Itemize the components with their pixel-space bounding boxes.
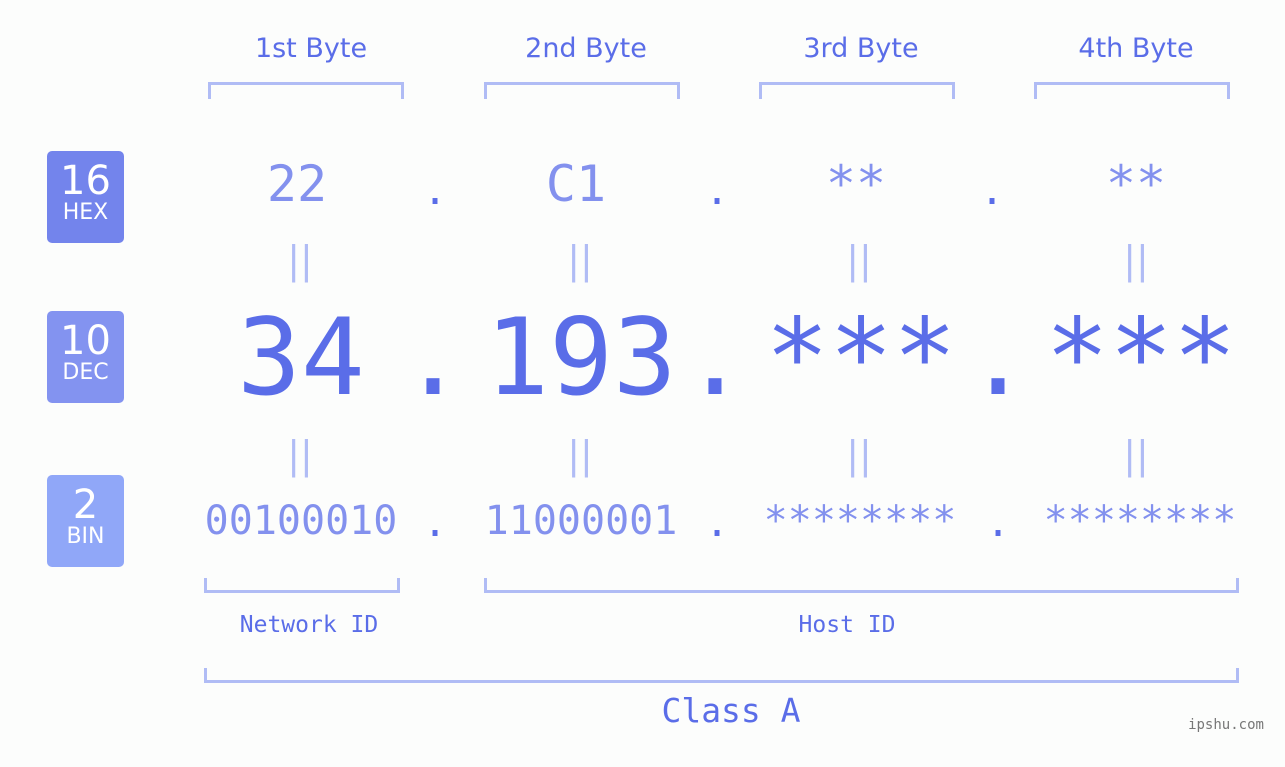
dec-byte-2: 193 [485,296,677,419]
hex-byte-3: ** [825,155,887,213]
dec-byte-1: 34 [237,296,365,419]
hex-byte-1: 22 [266,155,328,213]
equals-hex-dec-1: || [287,238,313,282]
equals-hex-dec-2: || [567,238,593,282]
bin-byte-2: 11000001 [484,498,678,544]
equals-dec-bin-2: || [567,433,593,477]
site-watermark: ipshu.com [1188,717,1264,733]
host-id-label: Host ID [798,612,896,638]
bin-base-label: BIN [66,524,105,549]
bin-badge: 2 BIN [47,475,124,567]
dec-badge: 10 DEC [47,311,124,403]
byte-header-3: 3rd Byte [803,33,919,64]
hex-separator-1: . [422,168,448,214]
dec-byte-4: *** [1045,296,1237,419]
hex-byte-2: C1 [545,155,607,213]
byte-bracket-4 [1034,82,1230,99]
equals-hex-dec-3: || [846,238,872,282]
bin-base-number: 2 [72,482,99,528]
network-id-label: Network ID [239,612,379,638]
host-id-bracket [484,578,1239,593]
equals-dec-bin-4: || [1123,433,1149,477]
dec-base-number: 10 [60,318,111,364]
byte-header-1: 1st Byte [254,33,368,64]
equals-hex-dec-4: || [1123,238,1149,282]
hex-byte-4: ** [1105,155,1167,213]
dec-byte-3: *** [765,296,957,419]
hex-separator-3: . [979,168,1005,214]
equals-dec-bin-3: || [846,433,872,477]
class-bracket [204,668,1239,683]
dec-separator-1: . [401,296,465,419]
hex-base-number: 16 [60,158,111,204]
bin-separator-2: . [704,500,730,546]
byte-header-2: 2nd Byte [525,33,647,64]
hex-base-label: HEX [62,200,109,225]
dec-base-label: DEC [62,360,109,385]
byte-header-4: 4th Byte [1078,33,1194,64]
dec-separator-2: . [683,296,747,419]
byte-bracket-2 [484,82,680,99]
bin-byte-3: ******** [763,498,957,544]
byte-bracket-1 [208,82,404,99]
dec-separator-3: . [966,296,1030,419]
byte-bracket-3 [759,82,955,99]
bin-separator-1: . [422,500,448,546]
hex-badge: 16 HEX [47,151,124,243]
class-label: Class A [661,691,801,730]
hex-separator-2: . [704,168,730,214]
bin-byte-1: 00100010 [204,498,398,544]
bin-separator-3: . [985,500,1011,546]
bin-byte-4: ******** [1043,498,1237,544]
equals-dec-bin-1: || [287,433,313,477]
network-id-bracket [204,578,400,593]
